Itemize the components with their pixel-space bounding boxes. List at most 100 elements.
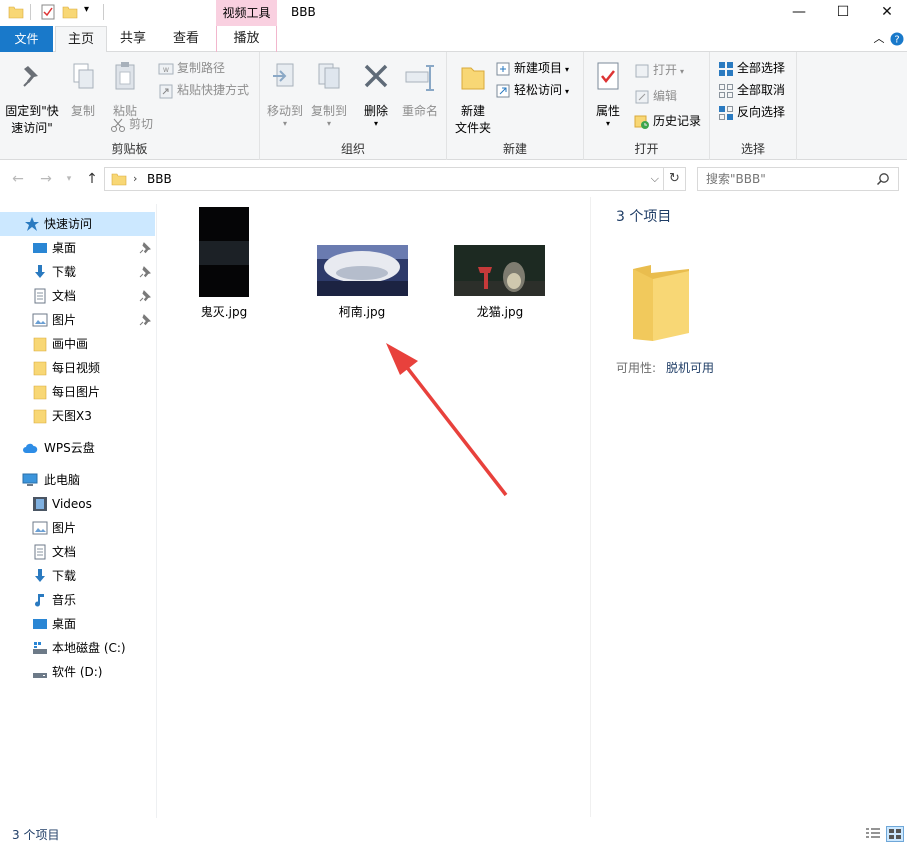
music-note-icon [35,594,44,607]
details-view-icon[interactable] [864,826,882,842]
help-icon[interactable]: ? [890,32,904,46]
tab-play[interactable]: 播放 [216,26,277,52]
maximize-button[interactable]: ☐ [820,0,866,25]
drive-icon [33,673,47,678]
sidebar-item-folder[interactable]: 每日图片 [0,380,155,404]
paste-shortcut-label: 粘贴快捷方式 [177,83,250,97]
paste-shortcut-button[interactable]: 粘贴快捷方式 [158,80,249,100]
breadcrumb[interactable]: BBB [147,168,172,190]
copy-to-button[interactable]: 复制到 ▾ [308,60,350,128]
select-group-label: 选择 [740,142,765,156]
properties-dropdown-icon: ▾ [605,119,610,128]
sidebar-item-music[interactable]: 音乐 [0,588,155,612]
sidebar-item-pictures[interactable]: 图片 [0,308,155,332]
invert-selection-button[interactable]: 反向选择 [718,102,785,122]
sidebar-item-pictures[interactable]: 图片 [0,516,155,540]
history-button[interactable]: 历史记录 [634,111,701,131]
pin-icon[interactable] [139,266,151,278]
select-group: 全部选择 全部取消 反向选择 选择 [710,52,797,160]
tab-home[interactable]: 主页 [55,26,107,53]
new-item-button[interactable]: 新建项目 ▾ [495,58,569,78]
customize-quick-access-icon[interactable]: ▾ [84,4,89,15]
forward-arrow-icon[interactable]: → [36,169,56,189]
close-button[interactable]: ✕ [864,0,907,25]
edit-button[interactable]: 编辑 [634,86,677,106]
sidebar-item-this-pc[interactable]: 此电脑 [0,468,155,492]
sidebar-item-documents[interactable]: 文档 [0,540,155,564]
sidebar-item-label: 每日图片 [52,385,101,399]
sidebar-item-label: 天图X3 [52,409,92,423]
sidebar-item-wps-cloud[interactable]: WPS云盘 [0,436,155,460]
pin-icon[interactable] [139,242,151,254]
sidebar-item-drive-c[interactable]: 本地磁盘 (C:) [0,636,155,660]
sidebar-item-downloads[interactable]: 下载 [0,260,155,284]
copy-button[interactable]: 复制 [64,60,102,120]
sidebar-item-folder[interactable]: 画中画 [0,332,155,356]
sidebar-item-label: Videos [52,497,92,511]
folder-icon[interactable] [8,4,24,20]
sidebar-item-desktop[interactable]: 桌面 [0,612,155,636]
ribbon-tabs: 文件 主页 共享 查看 播放 ︿ ? [0,26,907,53]
chevron-right-icon[interactable]: › [133,168,137,190]
back-arrow-icon[interactable]: ← [8,169,28,189]
status-item-count: 3 个项目 [12,828,60,842]
navigation-bar: ← → ▾ ↑ › BBB ⌵ ↻ [0,161,907,197]
rename-button[interactable]: 重命名 [398,60,442,120]
tab-share[interactable]: 共享 [110,26,156,52]
delete-label: 删除 [363,104,388,118]
copy-path-label: 复制路径 [177,61,226,75]
pin-to-quick-access-button[interactable]: 固定到"快 速访问" [4,60,60,137]
properties-quick-icon[interactable] [40,4,56,20]
paste-shortcut-icon [159,84,173,98]
properties-icon [597,62,619,90]
new-folder-button[interactable]: 新建 文件夹 [451,60,495,137]
picture-icon [32,521,48,535]
easy-access-icon [496,84,510,97]
cut-button[interactable]: 剪切 [110,114,153,134]
easy-access-button[interactable]: 轻松访问 ▾ [495,80,569,100]
recent-locations-icon[interactable]: ▾ [62,169,76,189]
sidebar-item-quick-access[interactable]: 快速访问 [0,212,155,236]
file-name: 柯南.jpg [338,305,386,319]
tab-file[interactable]: 文件 [0,26,53,52]
large-icons-view-icon[interactable] [886,826,904,842]
move-to-dropdown-icon: ▾ [282,119,287,128]
pin-icon[interactable] [139,290,151,302]
properties-button[interactable]: 属性 ▾ [590,60,626,128]
sidebar-item-folder[interactable]: 天图X3 [0,404,155,428]
minimize-button[interactable]: — [776,0,822,25]
new-item-label: 新建项目 [514,61,563,75]
sidebar-item-label: 文档 [52,545,77,559]
tab-view[interactable]: 查看 [162,26,210,52]
move-to-button[interactable]: 移动到 ▾ [264,60,306,128]
select-none-button[interactable]: 全部取消 [718,80,785,100]
delete-x-icon [364,64,388,88]
chevron-down-icon[interactable]: ⌵ [651,168,659,190]
download-arrow-icon [35,265,45,278]
copy-path-button[interactable]: W 复制路径 [158,58,225,78]
folder-icon [33,385,47,400]
cut-label: 剪切 [129,117,154,131]
sidebar-item-drive-d[interactable]: 软件 (D:) [0,660,155,684]
address-bar[interactable]: › BBB ⌵ [104,167,664,191]
select-none-icon [719,83,733,98]
paste-button[interactable]: 粘贴 [106,60,144,120]
sidebar-item-label: 图片 [52,313,77,327]
collapse-ribbon-icon[interactable]: ︿ [871,26,887,52]
select-all-button[interactable]: 全部选择 [718,58,785,78]
open-button[interactable]: 打开 ▾ [634,60,684,80]
new-folder-quick-icon[interactable] [62,4,78,20]
pin-icon[interactable] [139,314,151,326]
search-input[interactable] [698,168,868,190]
sidebar-item-videos[interactable]: Videos [0,492,155,516]
sidebar-item-desktop[interactable]: 桌面 [0,236,155,260]
up-arrow-icon[interactable]: ↑ [82,169,102,189]
refresh-button[interactable]: ↻ [664,167,686,191]
sidebar-item-documents[interactable]: 文档 [0,284,155,308]
search-icon[interactable] [876,172,890,186]
picture-icon [32,313,48,327]
sidebar-item-downloads[interactable]: 下载 [0,564,155,588]
delete-button[interactable]: 删除 ▾ [358,60,394,128]
sidebar-item-folder[interactable]: 每日视频 [0,356,155,380]
availability-value: 脱机可用 [666,361,715,375]
